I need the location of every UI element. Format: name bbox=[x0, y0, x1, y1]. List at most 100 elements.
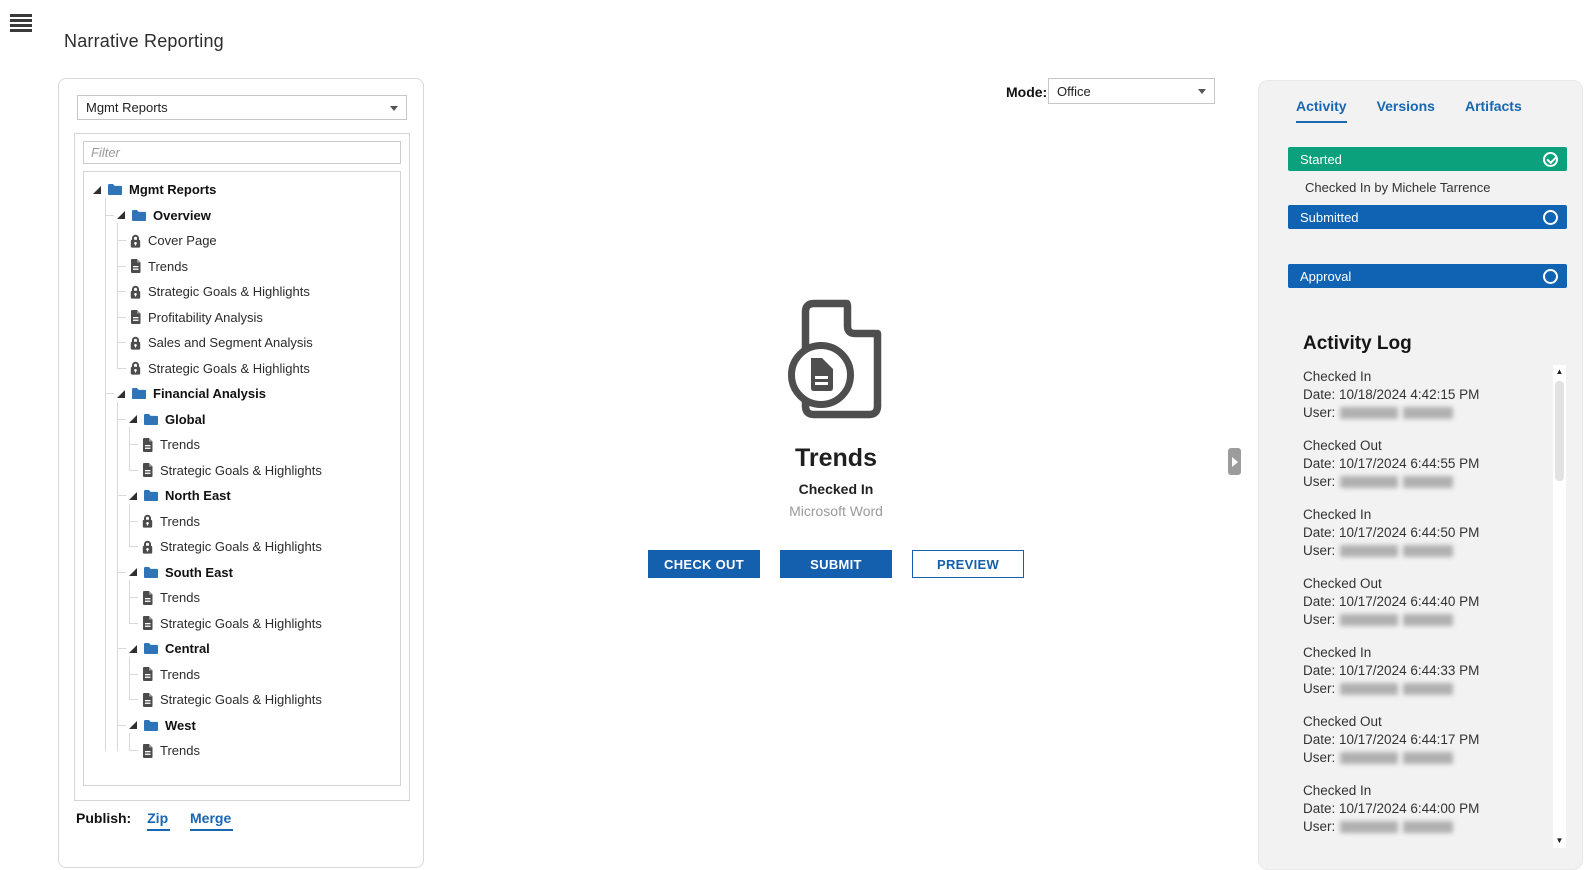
tab-artifacts[interactable]: Artifacts bbox=[1465, 98, 1522, 123]
lock-icon bbox=[129, 335, 142, 351]
mode-label: Mode: bbox=[1006, 84, 1048, 100]
tree-item-central[interactable]: Central bbox=[117, 636, 400, 662]
redacted-user-name bbox=[1403, 545, 1454, 558]
tree-expanded-caret-icon[interactable] bbox=[129, 568, 137, 577]
tree-item-trends[interactable]: Trends bbox=[129, 432, 400, 458]
folder-icon bbox=[143, 719, 159, 732]
tree-item-cover-page[interactable]: Cover Page bbox=[117, 228, 400, 254]
tree-expanded-caret-icon[interactable] bbox=[129, 491, 137, 500]
library-tree-container: Mgmt Reports Overview Cover Page Trends Stra… bbox=[74, 133, 410, 801]
entry-action: Checked In bbox=[1303, 645, 1372, 660]
doclet-icon bbox=[141, 666, 154, 682]
tree-children: Trends Strategic Goals & Highlights bbox=[129, 656, 400, 713]
workflow-stage-submitted: Submitted bbox=[1288, 205, 1567, 229]
tree-item-strategic-goals-highlights[interactable]: Strategic Goals & Highlights bbox=[129, 687, 400, 713]
tree-connector bbox=[117, 724, 126, 726]
activity-log-scrollbar[interactable]: ▲ ▼ bbox=[1553, 365, 1566, 848]
report-select-value: Mgmt Reports bbox=[86, 100, 168, 115]
activity-log-entry: Checked In Date: 10/17/2024 6:44:50 PM Use… bbox=[1303, 506, 1549, 560]
publish-zip-link[interactable]: Zip bbox=[147, 810, 171, 831]
tree-expanded-caret-icon[interactable] bbox=[93, 185, 101, 194]
tree-item-strategic-goals-highlights[interactable]: Strategic Goals & Highlights bbox=[129, 458, 400, 484]
scroll-down-icon[interactable]: ▼ bbox=[1553, 836, 1566, 846]
folder-icon bbox=[131, 387, 147, 400]
tree-connector bbox=[117, 265, 126, 267]
check-out-button[interactable]: CHECK OUT bbox=[648, 550, 760, 578]
workflow-stage-approval: Approval bbox=[1288, 264, 1567, 288]
publish-row: Publish: Zip Merge bbox=[76, 810, 249, 831]
report-select[interactable]: Mgmt Reports bbox=[77, 95, 407, 120]
tree-expanded-caret-icon[interactable] bbox=[129, 721, 137, 730]
entry-user: User: bbox=[1303, 680, 1549, 698]
tree-item-trends[interactable]: Trends bbox=[129, 738, 400, 764]
tab-activity[interactable]: Activity bbox=[1296, 98, 1347, 123]
tree-item-global[interactable]: Global bbox=[117, 407, 400, 433]
tree-item-label: Trends bbox=[148, 258, 188, 274]
doclet-application: Microsoft Word bbox=[789, 503, 883, 519]
entry-date: Date: 10/17/2024 6:44:40 PM bbox=[1303, 594, 1480, 609]
tree-connector bbox=[117, 648, 126, 650]
tree-connector bbox=[129, 546, 138, 548]
activity-log-entry: Checked Out Date: 10/17/2024 6:44:17 PM Us… bbox=[1303, 713, 1549, 767]
tree-expanded-caret-icon[interactable] bbox=[117, 389, 125, 398]
entry-user: User: bbox=[1303, 404, 1549, 422]
tree-item-trends[interactable]: Trends bbox=[117, 254, 400, 280]
empty-circle-icon bbox=[1543, 209, 1558, 225]
tree-item-label: South East bbox=[165, 564, 233, 580]
activity-log-entry: Checked Out Date: 10/17/2024 6:44:40 PM Us… bbox=[1303, 575, 1549, 629]
tree-item-strategic-goals-highlights[interactable]: Strategic Goals & Highlights bbox=[117, 356, 400, 382]
publish-merge-link[interactable]: Merge bbox=[190, 810, 234, 831]
tree-item-profitability-analysis[interactable]: Profitability Analysis bbox=[117, 305, 400, 331]
tree-expanded-caret-icon[interactable] bbox=[129, 415, 137, 424]
stage-label: Submitted bbox=[1300, 209, 1359, 225]
entry-action: Checked In bbox=[1303, 783, 1372, 798]
check-circle-icon bbox=[1543, 151, 1558, 167]
tree-item-trends[interactable]: Trends bbox=[129, 585, 400, 611]
tree-item-overview[interactable]: Overview bbox=[105, 203, 400, 229]
entry-user: User: bbox=[1303, 818, 1549, 836]
mode-select-value: Office bbox=[1057, 83, 1091, 99]
lock-icon bbox=[129, 360, 142, 376]
tree-item-sales-and-segment-analysis[interactable]: Sales and Segment Analysis bbox=[117, 330, 400, 356]
tree-item-trends[interactable]: Trends bbox=[129, 662, 400, 688]
tree-expanded-caret-icon[interactable] bbox=[129, 644, 137, 653]
redacted-user-name bbox=[1340, 821, 1399, 834]
tree-connector bbox=[105, 214, 114, 216]
tree-item-north-east[interactable]: North East bbox=[117, 483, 400, 509]
tree-item-west[interactable]: West bbox=[117, 713, 400, 739]
menu-hamburger-icon[interactable] bbox=[10, 14, 32, 33]
filter-input[interactable] bbox=[83, 141, 401, 164]
mode-select[interactable]: Office bbox=[1048, 78, 1215, 104]
tree-connector bbox=[129, 444, 138, 446]
tree-item-strategic-goals-highlights[interactable]: Strategic Goals & Highlights bbox=[129, 534, 400, 560]
submit-button[interactable]: SUBMIT bbox=[780, 550, 892, 578]
tree-item-label: Trends bbox=[160, 513, 200, 529]
tree-item-label: Trends bbox=[160, 590, 200, 606]
entry-action: Checked Out bbox=[1303, 438, 1382, 453]
tree-item-trends[interactable]: Trends bbox=[129, 509, 400, 535]
scroll-up-icon[interactable]: ▲ bbox=[1553, 367, 1566, 377]
tab-versions[interactable]: Versions bbox=[1377, 98, 1435, 123]
panel-collapse-handle[interactable] bbox=[1228, 448, 1241, 475]
folder-icon bbox=[143, 413, 159, 426]
doclet-icon bbox=[141, 590, 154, 606]
page-title: Narrative Reporting bbox=[64, 31, 224, 51]
tree-item-strategic-goals-highlights[interactable]: Strategic Goals & Highlights bbox=[117, 279, 400, 305]
tree-connector bbox=[129, 673, 138, 675]
lock-icon bbox=[129, 284, 142, 300]
tree-item-south-east[interactable]: South East bbox=[117, 560, 400, 586]
entry-date: Date: 10/17/2024 6:44:33 PM bbox=[1303, 663, 1480, 678]
folder-icon bbox=[131, 209, 147, 222]
tree-item-financial-analysis[interactable]: Financial Analysis bbox=[105, 381, 400, 407]
tree-expanded-caret-icon[interactable] bbox=[117, 211, 125, 220]
scrollbar-thumb[interactable] bbox=[1555, 381, 1564, 481]
tree-item-label: Strategic Goals & Highlights bbox=[160, 539, 322, 555]
redacted-user-name bbox=[1340, 614, 1399, 627]
tree-connector bbox=[129, 520, 138, 522]
preview-button[interactable]: PREVIEW bbox=[912, 550, 1024, 578]
tree-item-strategic-goals-highlights[interactable]: Strategic Goals & Highlights bbox=[129, 611, 400, 637]
entry-user: User: bbox=[1303, 542, 1549, 560]
tree-item-mgmt-reports[interactable]: Mgmt Reports bbox=[93, 177, 400, 203]
chevron-right-icon bbox=[1231, 456, 1238, 467]
tree-item-label: West bbox=[165, 717, 196, 733]
